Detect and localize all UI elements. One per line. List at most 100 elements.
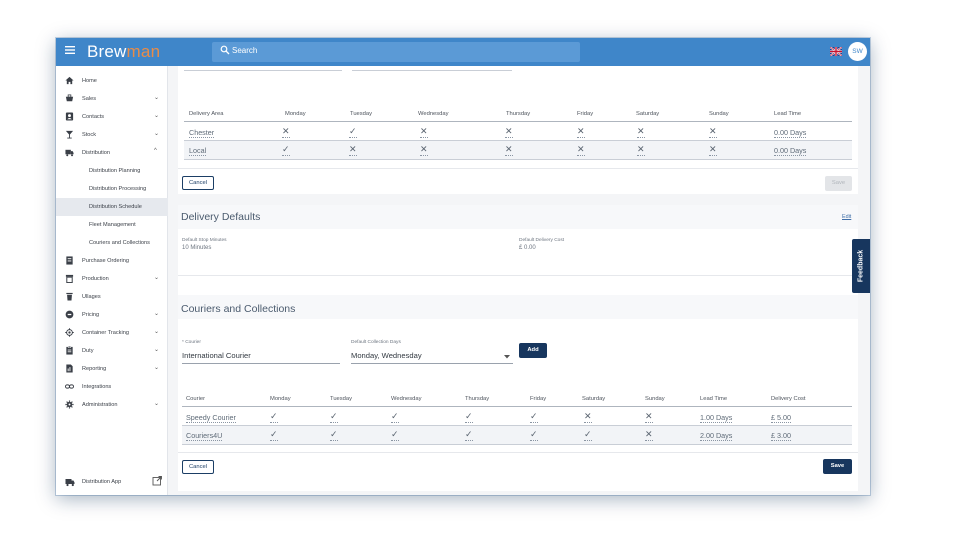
col-header-sunday: Sunday (709, 111, 729, 117)
delivery-cost-value: £ 0.00 (519, 245, 536, 251)
glass-icon (65, 130, 74, 139)
day-toggle[interactable]: ✓ (391, 412, 399, 423)
sidebar-item-stock[interactable]: Stock ⌄ (56, 126, 168, 144)
col-header-sunday: Sunday (645, 396, 665, 402)
search-icon (220, 45, 230, 55)
day-toggle[interactable]: ✕ (577, 145, 585, 156)
col-header-delivery-area: Delivery Area (189, 111, 224, 117)
sidebar-subitem-distribution-schedule[interactable]: Distribution Schedule (56, 198, 168, 216)
day-toggle[interactable]: ✕ (584, 412, 592, 423)
courier-select[interactable]: International Courier (182, 351, 251, 360)
hamburger-menu-icon[interactable] (64, 44, 76, 58)
chevron-down-icon: ⌄ (154, 131, 160, 137)
external-link-icon[interactable] (152, 476, 162, 486)
home-icon (65, 76, 74, 85)
delivery-area-link[interactable]: Chester (189, 128, 215, 138)
sidebar-item-home[interactable]: Home (56, 72, 168, 90)
sidebar-item-integrations[interactable]: Integrations (56, 378, 168, 396)
sidebar-item-sales[interactable]: Sales ⌄ (56, 90, 168, 108)
delivery-area-schedule-card: Delivery Area Monday Tuesday Wednesday T… (178, 66, 858, 194)
day-toggle[interactable]: ✓ (530, 430, 538, 441)
day-toggle[interactable]: ✕ (420, 145, 428, 156)
day-toggle[interactable]: ✓ (391, 430, 399, 441)
sidebar-item-production[interactable]: Production ⌄ (56, 270, 168, 288)
day-toggle[interactable]: ✕ (645, 412, 653, 423)
sidebar-item-reporting[interactable]: Reporting ⌄ (56, 360, 168, 378)
sidebar-item-pricing[interactable]: Pricing ⌄ (56, 306, 168, 324)
sidebar-item-distribution[interactable]: Distribution ^ (56, 144, 168, 162)
pricing-icon (65, 310, 74, 319)
day-toggle[interactable]: ✕ (637, 127, 645, 138)
feedback-tab[interactable]: Feedback (852, 239, 870, 293)
day-toggle[interactable]: ✓ (530, 412, 538, 423)
sidebar-subitem-couriers-and-collections[interactable]: Couriers and Collections (56, 234, 168, 252)
day-toggle[interactable]: ✕ (709, 145, 717, 156)
sidebar-item-duty[interactable]: Duty ⌄ (56, 342, 168, 360)
couriers-save-button[interactable]: Save (823, 459, 852, 474)
sidebar-subitem-distribution-planning[interactable]: Distribution Planning (56, 162, 168, 180)
user-avatar[interactable]: SW (848, 42, 867, 61)
day-toggle[interactable]: ✕ (577, 127, 585, 138)
gear-icon (65, 400, 74, 409)
day-toggle[interactable]: ✕ (637, 145, 645, 156)
day-toggle[interactable]: ✕ (282, 127, 290, 138)
courier-name-link[interactable]: Couriers4U (186, 431, 223, 441)
day-toggle[interactable]: ✓ (270, 430, 278, 441)
couriers-cancel-button[interactable]: Cancel (182, 460, 214, 474)
brewman-logo[interactable]: Brewman (87, 42, 160, 62)
chevron-down-icon: ⌄ (154, 311, 160, 317)
sidebar-item-administration[interactable]: Administration ⌄ (56, 396, 168, 414)
collection-days-select[interactable]: Monday, Wednesday (351, 351, 422, 360)
tracking-icon (65, 328, 74, 337)
sidebar-subitem-fleet-management[interactable]: Fleet Management (56, 216, 168, 234)
day-toggle[interactable]: ✓ (270, 412, 278, 423)
delivery-area-save-button[interactable]: Save (825, 176, 852, 191)
courier-name-link[interactable]: Speedy Courier (186, 413, 236, 423)
uk-flag-icon[interactable] (830, 47, 842, 56)
sidebar-item-ullages[interactable]: Ullages (56, 288, 168, 306)
lead-time-value[interactable]: 0.00 Days (774, 128, 807, 138)
collection-days-label: Default Collection Days (351, 340, 401, 345)
day-toggle[interactable]: ✕ (709, 127, 717, 138)
day-toggle[interactable]: ✕ (505, 127, 513, 138)
delivery-defaults-title: Delivery Defaults (181, 211, 261, 223)
chevron-down-icon: ⌄ (154, 401, 160, 407)
day-toggle[interactable]: ✓ (584, 430, 592, 441)
delivery-cost-label: Default Delivery Cost (519, 238, 565, 243)
day-toggle[interactable]: ✓ (465, 430, 473, 441)
search-input[interactable]: Search (212, 42, 580, 62)
day-toggle[interactable]: ✓ (465, 412, 473, 423)
sidebar-item-container-tracking[interactable]: Container Tracking ⌄ (56, 324, 168, 342)
day-toggle[interactable]: ✕ (505, 145, 513, 156)
chevron-down-icon: ⌄ (154, 275, 160, 281)
day-toggle[interactable]: ✓ (330, 412, 338, 423)
sidebar-subitem-distribution-processing[interactable]: Distribution Processing (56, 180, 168, 198)
col-header-courier: Courier (186, 396, 206, 402)
sidebar-distribution-app-link[interactable]: Distribution App (56, 473, 168, 491)
delivery-cost-value[interactable]: £ 3.00 (771, 431, 791, 441)
lead-time-value[interactable]: 2.00 Days (700, 431, 733, 441)
stop-minutes-value: 10 Minutes (182, 245, 212, 251)
day-toggle[interactable]: ✓ (282, 145, 290, 156)
report-icon (66, 364, 73, 373)
col-header-thursday: Thursday (506, 111, 531, 117)
delivery-defaults-edit-link[interactable]: Edit (842, 214, 851, 220)
day-toggle[interactable]: ✓ (330, 430, 338, 441)
day-toggle[interactable]: ✓ (349, 127, 357, 138)
day-toggle[interactable]: ✕ (349, 145, 357, 156)
receipt-icon (66, 256, 73, 265)
col-header-lead-time: Lead Time (774, 111, 802, 117)
lead-time-value[interactable]: 1.00 Days (700, 413, 733, 423)
sidebar-item-contacts[interactable]: Contacts ⌄ (56, 108, 168, 126)
add-courier-button[interactable]: Add (519, 343, 547, 358)
delivery-area-link[interactable]: Local (189, 146, 207, 156)
sidebar-item-purchase-ordering[interactable]: Purchase Ordering (56, 252, 168, 270)
lead-time-value[interactable]: 0.00 Days (774, 146, 807, 156)
delivery-cost-value[interactable]: £ 5.00 (771, 413, 791, 423)
chevron-up-icon: ^ (154, 148, 157, 154)
delivery-area-cancel-button[interactable]: Cancel (182, 176, 214, 190)
dropdown-arrow-icon[interactable] (504, 355, 510, 359)
day-toggle[interactable]: ✕ (420, 127, 428, 138)
day-toggle[interactable]: ✕ (645, 430, 653, 441)
col-header-monday: Monday (285, 111, 306, 117)
